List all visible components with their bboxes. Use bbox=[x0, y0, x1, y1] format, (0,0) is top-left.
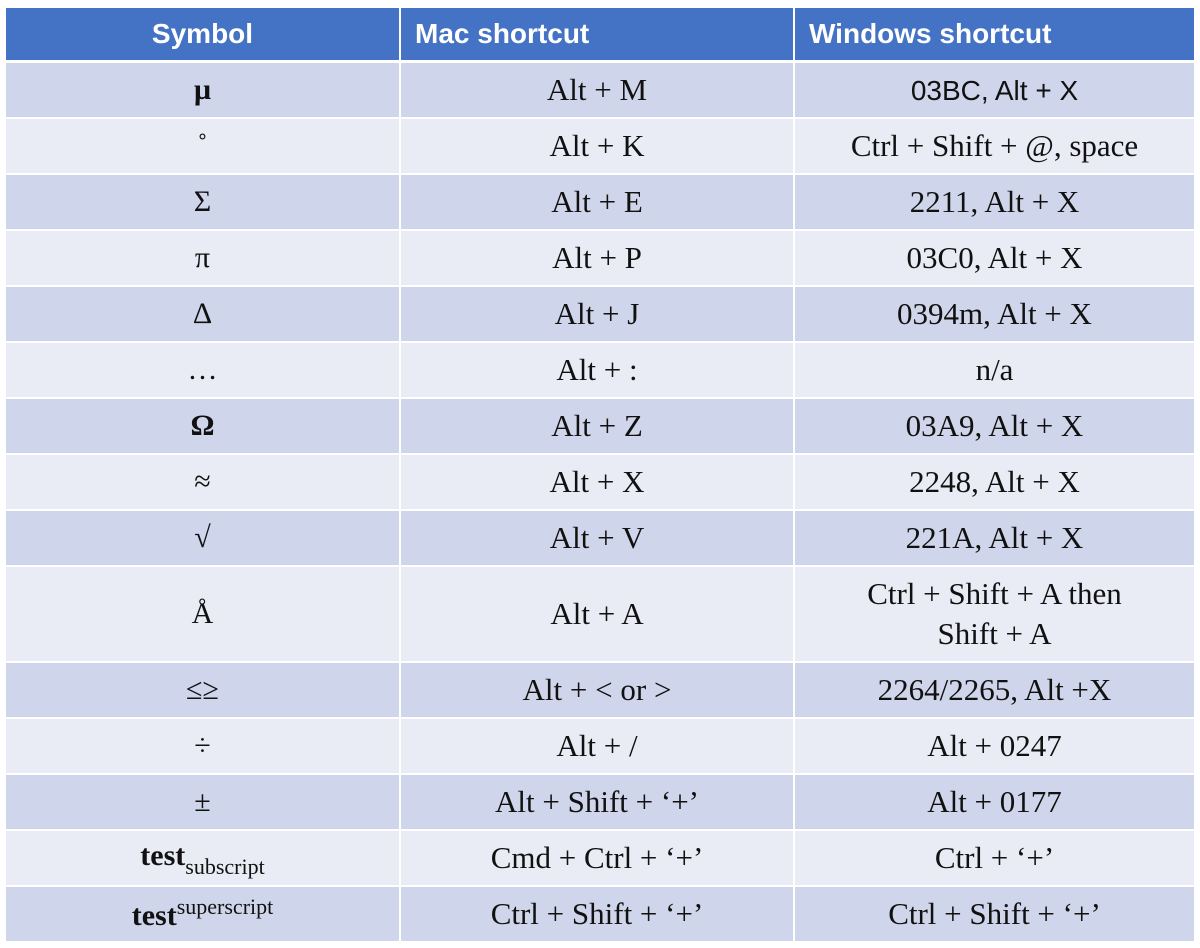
windows-shortcut-cell: Ctrl + Shift + ‘+’ bbox=[794, 886, 1194, 943]
mac-shortcut-cell: Alt + J bbox=[400, 286, 795, 343]
windows-shortcut-cell: n/a bbox=[794, 342, 1194, 399]
windows-shortcut-cell: 0394m, Alt + X bbox=[794, 286, 1194, 343]
subscript-text: subscript bbox=[185, 853, 265, 879]
windows-shortcut-cell: Ctrl + Shift + A then Shift + A bbox=[794, 566, 1194, 663]
table-row: ˚ Alt + K Ctrl + Shift + @, space bbox=[6, 118, 1194, 175]
shortcut-table-container: Symbol Mac shortcut Windows shortcut µ A… bbox=[6, 8, 1194, 943]
mac-shortcut-cell: Alt + Shift + ‘+’ bbox=[400, 774, 795, 831]
header-windows-shortcut: Windows shortcut bbox=[794, 8, 1194, 63]
mac-shortcut-cell: Alt + P bbox=[400, 230, 795, 287]
windows-shortcut-cell: Alt + 0247 bbox=[794, 718, 1194, 775]
symbol-cell: ÷ bbox=[6, 718, 401, 775]
mac-shortcut-cell: Alt + / bbox=[400, 718, 795, 775]
table-row: π Alt + P 03C0, Alt + X bbox=[6, 230, 1194, 287]
symbol-cell: Å bbox=[6, 566, 401, 663]
table-row: Å Alt + A Ctrl + Shift + A then Shift + … bbox=[6, 566, 1194, 663]
superscript-text: superscript bbox=[176, 894, 274, 920]
windows-shortcut-line-2: Shift + A bbox=[937, 616, 1052, 651]
windows-shortcut-cell: 2264/2265, Alt +X bbox=[794, 662, 1194, 719]
symbol-cell: Σ bbox=[6, 174, 401, 231]
table-row: testsuperscript Ctrl + Shift + ‘+’ Ctrl … bbox=[6, 886, 1194, 943]
symbol-cell: ˚ bbox=[6, 118, 401, 175]
header-mac-shortcut: Mac shortcut bbox=[400, 8, 795, 63]
table-row: µ Alt + M 03BC, Alt + X bbox=[6, 61, 1194, 119]
mac-shortcut-cell: Alt + Z bbox=[400, 398, 795, 455]
symbol-base-text: test bbox=[131, 899, 177, 933]
mac-shortcut-cell: Alt + K bbox=[400, 118, 795, 175]
mac-shortcut-cell: Alt + E bbox=[400, 174, 795, 231]
symbol-cell: testsubscript bbox=[6, 830, 401, 887]
symbol-cell: ≈ bbox=[6, 454, 401, 511]
windows-shortcut-cell: Alt + 0177 bbox=[794, 774, 1194, 831]
mac-shortcut-cell: Ctrl + Shift + ‘+’ bbox=[400, 886, 795, 943]
windows-shortcut-line-1: Ctrl + Shift + A then bbox=[867, 576, 1122, 611]
windows-shortcut-cell: 03A9, Alt + X bbox=[794, 398, 1194, 455]
symbol-cell: √ bbox=[6, 510, 401, 567]
header-row: Symbol Mac shortcut Windows shortcut bbox=[6, 8, 1194, 63]
windows-shortcut-cell: 03C0, Alt + X bbox=[794, 230, 1194, 287]
mac-shortcut-cell: Alt + V bbox=[400, 510, 795, 567]
mac-shortcut-cell: Alt + M bbox=[400, 61, 795, 119]
windows-shortcut-cell: 03BC, Alt + X bbox=[794, 61, 1194, 119]
table-row: ≈ Alt + X 2248, Alt + X bbox=[6, 454, 1194, 511]
mac-shortcut-cell: Alt + A bbox=[400, 566, 795, 663]
symbol-cell: Δ bbox=[6, 286, 401, 343]
table-row: … Alt + : n/a bbox=[6, 342, 1194, 399]
header-symbol: Symbol bbox=[6, 8, 401, 63]
symbol-cell: Ω bbox=[6, 398, 401, 455]
symbol-shortcut-table: Symbol Mac shortcut Windows shortcut µ A… bbox=[6, 8, 1194, 943]
symbol-base-text: test bbox=[140, 838, 186, 872]
symbol-cell: testsuperscript bbox=[6, 886, 401, 943]
table-row: Δ Alt + J 0394m, Alt + X bbox=[6, 286, 1194, 343]
windows-shortcut-cell: 2248, Alt + X bbox=[794, 454, 1194, 511]
table-row: √ Alt + V 221A, Alt + X bbox=[6, 510, 1194, 567]
table-row: ± Alt + Shift + ‘+’ Alt + 0177 bbox=[6, 774, 1194, 831]
table-row: ≤≥ Alt + < or > 2264/2265, Alt +X bbox=[6, 662, 1194, 719]
mac-shortcut-cell: Alt + X bbox=[400, 454, 795, 511]
windows-shortcut-cell: Ctrl + ‘+’ bbox=[794, 830, 1194, 887]
windows-shortcut-cell: 2211, Alt + X bbox=[794, 174, 1194, 231]
mac-shortcut-cell: Alt + : bbox=[400, 342, 795, 399]
table-row: Σ Alt + E 2211, Alt + X bbox=[6, 174, 1194, 231]
table-row: ÷ Alt + / Alt + 0247 bbox=[6, 718, 1194, 775]
windows-shortcut-cell: 221A, Alt + X bbox=[794, 510, 1194, 567]
mac-shortcut-cell: Alt + < or > bbox=[400, 662, 795, 719]
symbol-cell: µ bbox=[6, 61, 401, 119]
mac-shortcut-cell: Cmd + Ctrl + ‘+’ bbox=[400, 830, 795, 887]
windows-shortcut-cell: Ctrl + Shift + @, space bbox=[794, 118, 1194, 175]
table-row: testsubscript Cmd + Ctrl + ‘+’ Ctrl + ‘+… bbox=[6, 830, 1194, 887]
symbol-cell: ≤≥ bbox=[6, 662, 401, 719]
symbol-cell: ± bbox=[6, 774, 401, 831]
symbol-cell: π bbox=[6, 230, 401, 287]
table-row: Ω Alt + Z 03A9, Alt + X bbox=[6, 398, 1194, 455]
symbol-cell: … bbox=[6, 342, 401, 399]
